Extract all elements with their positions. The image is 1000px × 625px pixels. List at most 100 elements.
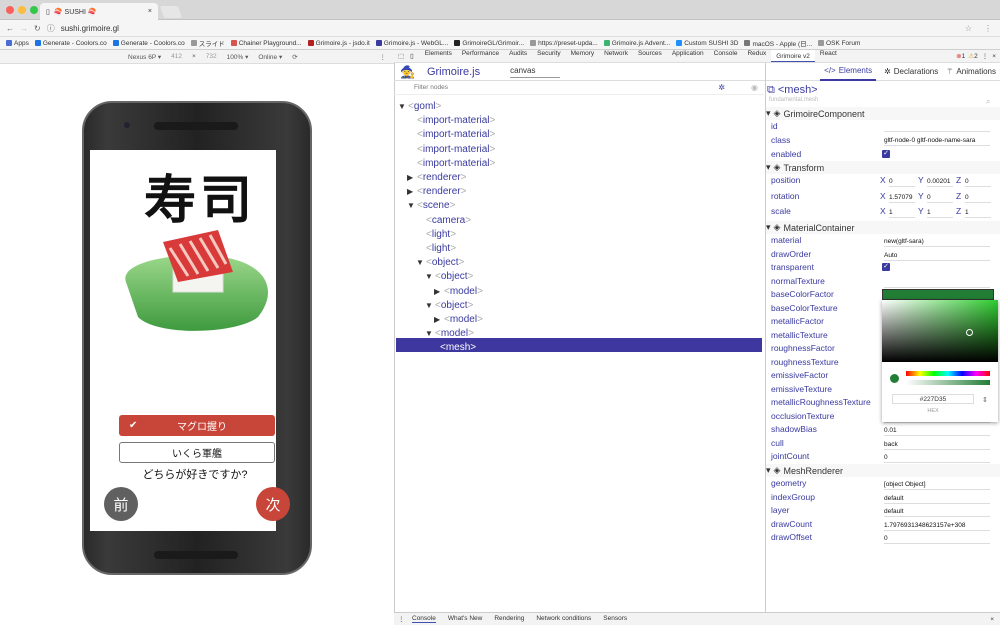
renderer-prop-value[interactable]: default bbox=[884, 506, 990, 517]
hex-input[interactable]: #227D35 bbox=[892, 394, 974, 404]
section-renderer[interactable]: ▾ ◈ MeshRenderer bbox=[766, 464, 1000, 477]
canvas-select[interactable]: canvas bbox=[510, 66, 561, 78]
prop-enabled-checkbox[interactable]: ✓ bbox=[882, 150, 890, 158]
picker-handle[interactable] bbox=[966, 329, 973, 336]
device-mode-icon[interactable]: ▯ bbox=[408, 52, 420, 60]
inspector-search-icon[interactable]: ⌕ bbox=[986, 97, 990, 107]
tree-node[interactable]: <mesh> bbox=[434, 341, 476, 355]
devtools-tab[interactable]: React bbox=[815, 50, 842, 62]
tree-node[interactable]: ▼ <goml> bbox=[398, 100, 441, 114]
expand-arrow-icon[interactable]: ▼ bbox=[407, 199, 417, 213]
more-options-icon[interactable]: ⋮ bbox=[380, 53, 387, 61]
close-tab-icon[interactable]: × bbox=[148, 8, 152, 15]
expand-arrow-icon[interactable]: ▶ bbox=[407, 171, 417, 185]
drawer-menu-icon[interactable]: ⋮ bbox=[398, 615, 405, 623]
color-picker[interactable]: #227D35 HEX ⇕ bbox=[882, 300, 998, 422]
close-window-icon[interactable] bbox=[6, 6, 14, 14]
bookmark-item[interactable]: GrimoireGL/Grimoir... bbox=[454, 40, 524, 47]
hue-slider[interactable] bbox=[906, 371, 990, 376]
tree-node[interactable]: <camera> bbox=[416, 214, 471, 228]
prop-scale-z[interactable]: 1 bbox=[965, 207, 991, 218]
tree-node[interactable]: <light> bbox=[416, 242, 456, 256]
bookmark-item[interactable]: Generate - Coolors.co bbox=[112, 40, 185, 47]
expand-arrow-icon[interactable]: ▶ bbox=[407, 185, 417, 199]
expand-arrow-icon[interactable]: ▶ bbox=[434, 313, 444, 327]
section-material[interactable]: ▾ ◈ MaterialContainer bbox=[766, 221, 1000, 234]
drawer-tab[interactable]: Rendering bbox=[494, 615, 524, 623]
bookmark-item[interactable]: https://preset-upda... bbox=[530, 40, 598, 47]
tree-node[interactable]: <light> bbox=[416, 228, 456, 242]
next-button[interactable]: 次 bbox=[256, 487, 290, 521]
devtools-tab[interactable]: Sources bbox=[633, 50, 667, 62]
bookmark-item[interactable]: Grimoire.js - WebGL... bbox=[375, 40, 448, 47]
devtools-menu-icon[interactable]: ⋮ bbox=[982, 52, 989, 60]
drawer-close-icon[interactable]: × bbox=[990, 616, 994, 623]
prop-scale-x[interactable]: 1 bbox=[889, 207, 915, 218]
bookmark-item[interactable]: Grimoire.js - jsdo.it bbox=[307, 40, 370, 47]
alpha-slider[interactable] bbox=[906, 380, 990, 385]
bookmark-item[interactable]: OSK Forum bbox=[818, 40, 860, 47]
back-icon[interactable]: ← bbox=[6, 24, 14, 33]
filter-input[interactable] bbox=[414, 84, 614, 91]
tree-node[interactable]: ▶ <model> bbox=[434, 285, 483, 299]
tree-node[interactable]: ▼ <object> bbox=[416, 256, 464, 270]
network-select[interactable]: Online ▾ bbox=[258, 53, 282, 61]
prop-class-value[interactable]: gltf-node-0 gltf-node-name-sara bbox=[884, 135, 990, 146]
drawer-tab[interactable]: What's New bbox=[448, 615, 482, 623]
inspect-icon[interactable]: ⬚ bbox=[394, 52, 408, 60]
choice-ikura-button[interactable]: いくら軍艦 bbox=[119, 442, 275, 463]
bookmark-item[interactable]: macOS - Apple (日... bbox=[744, 38, 812, 48]
tree-node[interactable]: ▼ <object> bbox=[425, 270, 473, 284]
expand-arrow-icon[interactable]: ▼ bbox=[425, 299, 435, 313]
tree-node[interactable]: ▼ <scene> bbox=[407, 199, 455, 213]
renderer-prop-value[interactable]: 1.7976931348623157e+308 bbox=[884, 520, 990, 531]
tree-node[interactable]: ▶ <renderer> bbox=[407, 185, 467, 199]
rotate-icon[interactable]: ⟳ bbox=[292, 53, 297, 61]
drawer-tab[interactable]: Sensors bbox=[603, 615, 627, 623]
mode-toggle-icon[interactable]: ⇕ bbox=[982, 396, 988, 404]
new-tab-button[interactable] bbox=[159, 6, 183, 18]
bookmark-item[interactable]: Custom SUSHI 3D bbox=[676, 40, 738, 47]
tree-node[interactable]: <import-material> bbox=[407, 157, 495, 171]
expand-arrow-icon[interactable]: ▶ bbox=[434, 285, 444, 299]
bookmark-item[interactable]: Chainer Playground... bbox=[230, 40, 302, 47]
prev-button[interactable]: 前 bbox=[104, 487, 138, 521]
devtools-tab[interactable]: Audits bbox=[504, 50, 532, 62]
device-select[interactable]: Nexus 6P ▾ bbox=[128, 53, 161, 61]
prop-rotation-x[interactable]: 1.57079 bbox=[889, 192, 915, 203]
prop-id-value[interactable] bbox=[884, 121, 990, 132]
height-field[interactable]: 732 bbox=[206, 53, 217, 60]
devtools-tab[interactable]: Console bbox=[709, 50, 743, 62]
material-prop-value[interactable]: new(gltf-sara) bbox=[884, 236, 990, 247]
devtools-close-icon[interactable]: × bbox=[992, 53, 996, 60]
zoom-select[interactable]: 100% ▾ bbox=[227, 53, 249, 61]
url-field[interactable]: sushi.grimoire.gl bbox=[61, 24, 119, 33]
tree-node[interactable]: <import-material> bbox=[407, 114, 495, 128]
tree-node[interactable]: ▼ <model> bbox=[425, 327, 474, 341]
sushi-3d-render[interactable] bbox=[118, 222, 273, 337]
prop-position-z[interactable]: 0 bbox=[965, 176, 991, 187]
bookmark-item[interactable]: Generate - Coolors.co bbox=[34, 40, 107, 47]
devtools-tab[interactable]: Memory bbox=[566, 50, 599, 62]
section-grimoire[interactable]: ▾ ◈ GrimoireComponent bbox=[766, 107, 1000, 120]
tree-node[interactable]: <import-material> bbox=[407, 128, 495, 142]
renderer-prop-value[interactable]: [object Object] bbox=[884, 479, 990, 490]
devtools-tab[interactable]: Security bbox=[532, 50, 565, 62]
tree-node[interactable]: ▶ <model> bbox=[434, 313, 483, 327]
expand-arrow-icon[interactable]: ▼ bbox=[416, 256, 426, 270]
tree-node[interactable]: <import-material> bbox=[407, 143, 495, 157]
bookmark-item[interactable]: Grimoire.js Advent... bbox=[603, 40, 670, 47]
devtools-tab[interactable]: Performance bbox=[457, 50, 504, 62]
menu-icon[interactable]: ⋮ bbox=[984, 24, 992, 33]
devtools-tab[interactable]: Grimoire v2 bbox=[771, 50, 815, 62]
devtools-tab[interactable]: Redux bbox=[742, 50, 771, 62]
drawer-tab[interactable]: Network conditions bbox=[536, 615, 591, 623]
bookmark-item[interactable]: スライド bbox=[190, 38, 225, 48]
renderer-prop-value[interactable]: 0 bbox=[884, 533, 990, 544]
tree-node[interactable]: ▶ <renderer> bbox=[407, 171, 467, 185]
prop-position-x[interactable]: 0 bbox=[889, 176, 915, 187]
reload-icon[interactable]: ↻ bbox=[34, 24, 41, 33]
material-prop-value[interactable] bbox=[884, 277, 990, 288]
material-prop-value[interactable]: back bbox=[884, 439, 990, 450]
material-prop-value[interactable]: 0.01 bbox=[884, 425, 990, 436]
